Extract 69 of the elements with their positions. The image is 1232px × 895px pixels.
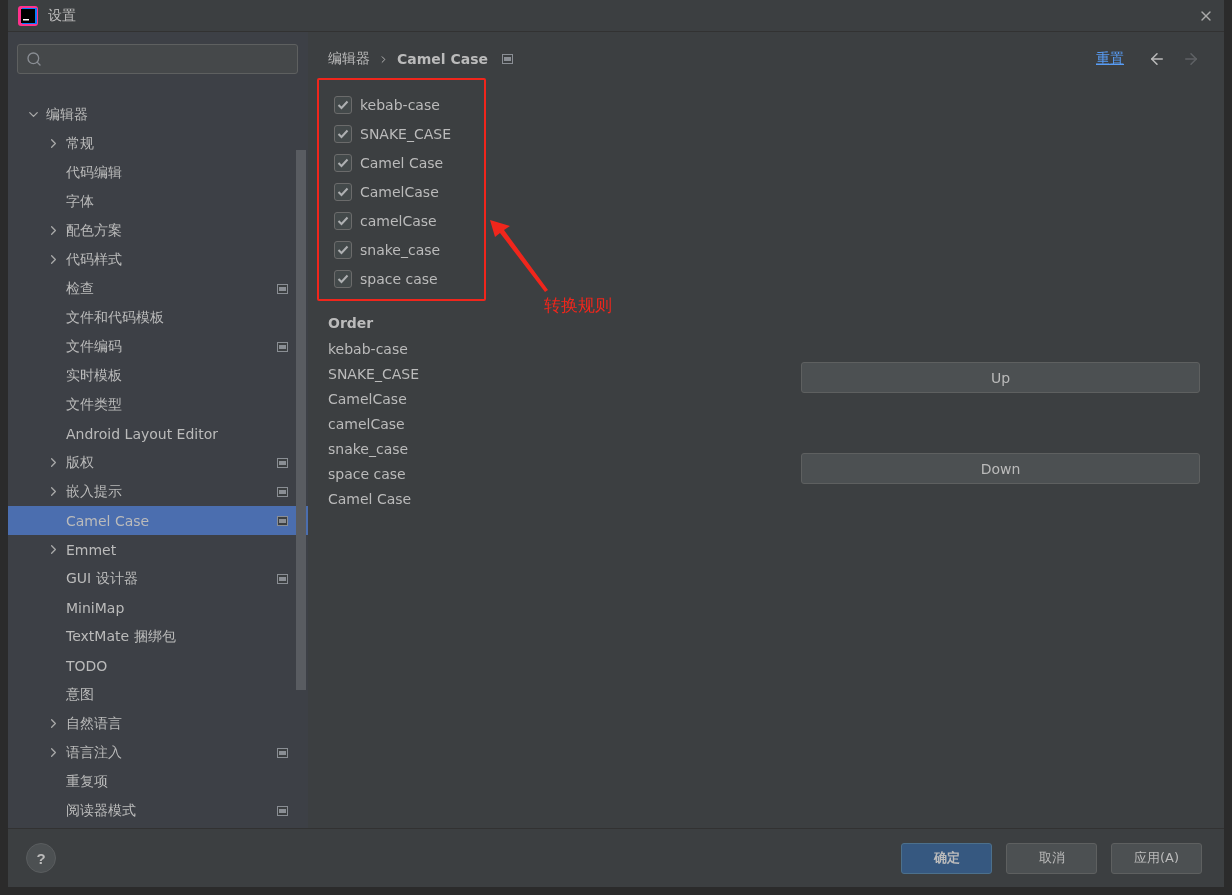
sidebar-item[interactable]: 文件类型 [8, 390, 308, 419]
order-title: Order [328, 315, 375, 331]
checkmark-icon [337, 186, 349, 197]
order-item[interactable]: kebab-case [328, 337, 408, 362]
checkmark-icon [337, 99, 349, 110]
sidebar-item[interactable]: 重复项 [8, 767, 308, 796]
checkbox[interactable] [334, 182, 352, 201]
sidebar-item[interactable]: 配色方案 [8, 216, 308, 245]
option-checkbox[interactable]: snake_case [334, 235, 484, 264]
dialog-button[interactable]: 取消 [1006, 842, 1097, 874]
sidebar-item[interactable]: 实时模板 [8, 361, 308, 390]
checkbox[interactable] [334, 95, 352, 114]
sidebar-item[interactable]: 检查 [8, 274, 308, 303]
sidebar-item[interactable]: Emmet [8, 535, 308, 564]
sidebar-item[interactable]: 编辑器 [8, 100, 308, 129]
order-item[interactable]: snake_case [328, 437, 409, 462]
sidebar-item[interactable]: Android Layout Editor [8, 419, 308, 448]
checkmark-icon [337, 128, 349, 139]
order-item[interactable]: SNAKE_CASE [328, 362, 420, 387]
scrollbar-thumb[interactable] [296, 150, 306, 690]
order-item[interactable]: CamelCase [328, 387, 407, 412]
reset-link[interactable]: 重置 [1096, 50, 1124, 68]
checkbox[interactable] [334, 211, 352, 230]
move-button[interactable]: Up [801, 362, 1200, 393]
sidebar-item[interactable]: 嵌入提示 [8, 477, 308, 506]
sidebar-item[interactable]: 代码样式 [8, 245, 308, 274]
sidebar-item[interactable]: 语言注入 [8, 738, 308, 767]
sidebar-item[interactable]: 字体 [8, 187, 308, 216]
checkbox[interactable] [334, 153, 352, 172]
option-checkbox[interactable]: CamelCase [334, 177, 484, 206]
checkbox[interactable] [334, 124, 352, 143]
dialog-button[interactable]: 应用(A) [1111, 842, 1202, 874]
checkmark-icon [337, 157, 349, 168]
sidebar-item[interactable]: GUI 设计器 [8, 564, 308, 593]
option-checkbox[interactable]: kebab-case [334, 90, 484, 119]
checkmark-icon [337, 215, 349, 226]
sidebar-item[interactable]: 文件编码 [8, 332, 308, 361]
order-item[interactable]: space case [328, 462, 406, 487]
order-item[interactable]: camelCase [328, 412, 405, 437]
checkbox[interactable] [334, 240, 352, 259]
option-checkbox[interactable]: camelCase [334, 206, 484, 235]
breadcrumb-item[interactable]: 编辑器 [328, 50, 370, 68]
sidebar-item[interactable]: 代码编辑 [8, 158, 308, 187]
checkbox[interactable] [334, 269, 352, 288]
option-checkbox[interactable]: SNAKE_CASE [334, 119, 484, 148]
option-checkbox[interactable]: space case [334, 264, 484, 293]
sidebar-item[interactable]: 阅读器模式 [8, 796, 308, 825]
sidebar-item[interactable]: 版权 [8, 448, 308, 477]
sidebar-item[interactable]: 意图 [8, 680, 308, 709]
sidebar-item[interactable]: 常规 [8, 129, 308, 158]
app-logo-icon [18, 5, 38, 26]
annotation-arrow [490, 220, 550, 292]
annotation-text: 转换规则 [544, 294, 612, 317]
move-button[interactable]: Down [801, 453, 1200, 484]
search-field[interactable] [17, 44, 298, 74]
order-item[interactable]: Camel Case [328, 487, 412, 512]
window-title: 设置 [48, 6, 77, 25]
breadcrumb-item: Camel Case [397, 51, 489, 67]
sidebar-item[interactable]: MiniMap [8, 593, 308, 622]
checkmark-icon [337, 244, 349, 255]
sidebar-item[interactable]: 自然语言 [8, 709, 308, 738]
sidebar-item[interactable]: 文件和代码模板 [8, 303, 308, 332]
sidebar-item[interactable]: TextMate 捆绑包 [8, 622, 308, 651]
search-icon [26, 51, 42, 67]
sidebar-item[interactable]: TODO [8, 651, 308, 680]
help-button[interactable]: ? [26, 843, 56, 873]
option-checkbox[interactable]: Camel Case [334, 148, 484, 177]
checkmark-icon [337, 273, 349, 284]
dialog-button[interactable]: 确定 [901, 842, 992, 874]
